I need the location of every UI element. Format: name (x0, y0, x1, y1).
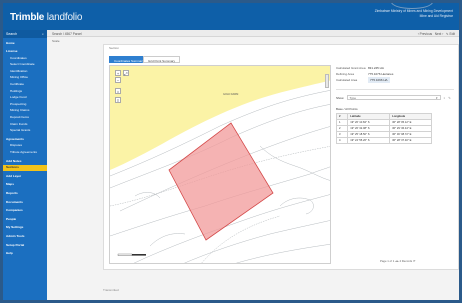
sidebar-item[interactable]: Coordinates (3, 55, 47, 62)
map-area-label: GOLD FARM (223, 93, 239, 96)
zoom-in-button[interactable]: + (115, 70, 121, 76)
sidebar-search-label: Search (6, 32, 18, 36)
coordinates-table: # Latitude Longitude 1 19° 26' 10.84" S 30… (335, 113, 432, 144)
sidebar-item[interactable]: Disputes (3, 143, 47, 150)
table-row[interactable]: 4 19° 24' 55.26" S 30° 28' 37.40" E (335, 137, 432, 144)
area-info-list: Calculated Grant Area 831.245 HA Defining … (336, 65, 454, 83)
sidebar-item[interactable]: Help (3, 251, 47, 258)
show-label: Show (336, 95, 344, 100)
show-select-value: Type (349, 96, 357, 100)
info-key: Calculated Area (336, 78, 358, 82)
next-button[interactable]: Next › (435, 32, 444, 36)
table-pager[interactable]: Page 1 of 1 ◂ ▸ 4 Records ⟳ (380, 259, 415, 263)
app-window: Trimble landfolio Zimbabwe Ministry of M… (3, 3, 459, 300)
sub-breadcrumb: Scale (52, 39, 60, 43)
table-cell: 30° 28' 37.40" E (389, 137, 432, 144)
show-filter-row: Show Type ▾ × ✎ (336, 94, 454, 101)
sidebar-item[interactable]: Identification (3, 68, 47, 75)
sidebar-item[interactable]: Claim Funds (3, 121, 47, 128)
fullscreen-icon[interactable]: ⤢ (123, 70, 129, 76)
record-nav: ‹ Previous Next › ✎ Edit (418, 32, 455, 36)
sidebar-item[interactable]: Agreements (3, 136, 47, 143)
sidebar-item[interactable]: Mining Office (3, 75, 47, 82)
tab-grid-point-summary[interactable]: Grid Point Summary (143, 56, 181, 63)
table-cell: 4 (335, 137, 349, 144)
layers-icon[interactable]: ≡ (115, 97, 121, 103)
coordinates-summary: Calculated Grant Area 831.245 HA Defining … (335, 65, 454, 144)
sidebar-item[interactable]: Reports (3, 190, 47, 197)
sidebar-list: Home License Coordinates Select Coordinate I… (3, 40, 47, 257)
sidebar-item[interactable]: Setup Portal (3, 242, 47, 249)
edit-icon[interactable]: ✎ (446, 32, 449, 36)
sidebar-item[interactable]: Certificate (3, 82, 47, 89)
edit-button[interactable]: Edit (450, 32, 456, 36)
sidebar-item[interactable]: Documents (3, 199, 47, 206)
show-select[interactable]: Type ▾ (346, 95, 441, 100)
map-canvas[interactable] (110, 66, 331, 264)
sidebar-item[interactable]: Select Coordinate (3, 62, 47, 69)
sidebar: Search ⌕ Home License Coordinates Select Co… (3, 30, 47, 300)
header-user-info: Zimbabwe Ministry of Mines and Mining De… (375, 9, 453, 19)
panel-title: Section (109, 46, 120, 50)
brand-sub: landfolio (46, 12, 83, 23)
chevron-down-icon: ▾ (436, 96, 438, 100)
section-panel: Section Coordinates Summary Grid Point S… (103, 44, 459, 270)
search-icon[interactable]: ⌕ (42, 32, 44, 36)
sidebar-item[interactable]: Maps (3, 182, 47, 189)
clear-icon[interactable]: × (444, 96, 446, 100)
table-cell: 19° 24' 55.26" S (347, 137, 391, 144)
info-value: 775.1096 HA (368, 77, 390, 83)
sidebar-item[interactable]: Mining Claims (3, 108, 47, 115)
previous-button[interactable]: ‹ Previous (418, 32, 432, 36)
sidebar-item[interactable]: License (3, 49, 47, 56)
sidebar-item[interactable]: Special Grants (3, 128, 47, 135)
coordinates-table-body: 1 19° 26' 10.84" S 30° 28' 05.12" E 2 19° 26… (335, 119, 432, 144)
user-name[interactable]: Mine and Aid Registrar (375, 14, 453, 19)
sidebar-item[interactable]: Lodge Fund (3, 95, 47, 102)
divider (336, 89, 454, 90)
breadcrumb-text[interactable]: Search / 4567 Parcel (52, 32, 82, 36)
zoom-out-button[interactable]: − (115, 77, 121, 83)
sidebar-item[interactable]: Deposit Items (3, 115, 47, 122)
sidebar-item[interactable]: Add Layer (3, 173, 47, 180)
app-header: Trimble landfolio Zimbabwe Ministry of M… (3, 3, 459, 30)
map-view[interactable]: + − ⤢ ⌂ ≡ GOLD FARM (109, 65, 331, 264)
coordinates-title: Base / All Points (336, 107, 358, 111)
sidebar-item[interactable]: Add Notes (3, 158, 47, 165)
sidebar-search[interactable]: Search ⌕ (3, 30, 47, 38)
sidebar-item[interactable]: People (3, 216, 47, 223)
sidebar-item[interactable]: My Settings (3, 225, 47, 232)
sidebar-item[interactable]: Home (3, 40, 47, 47)
edit-icon[interactable]: ✎ (448, 96, 451, 100)
sidebar-item[interactable]: Prospecting (3, 101, 47, 108)
brand-logo[interactable]: Trimble landfolio (10, 12, 82, 23)
home-extent-icon[interactable]: ⌂ (115, 88, 121, 94)
sidebar-item[interactable]: Tribute Agreements (3, 150, 47, 157)
breadcrumb: Search / 4567 Parcel ‹ Previous Next › ✎… (47, 30, 459, 37)
sidebar-item[interactable]: Companies (3, 208, 47, 215)
info-row: Calculated Area 775.1096 HA (336, 77, 454, 83)
footer-text: Transmitted (103, 288, 119, 292)
map-side-toggle[interactable] (325, 74, 329, 88)
brand-main: Trimble (10, 12, 45, 23)
sidebar-item[interactable]: Admin Tools (3, 233, 47, 240)
sidebar-item[interactable]: Holdings (3, 88, 47, 95)
sidebar-item[interactable]: Sections (3, 164, 47, 172)
